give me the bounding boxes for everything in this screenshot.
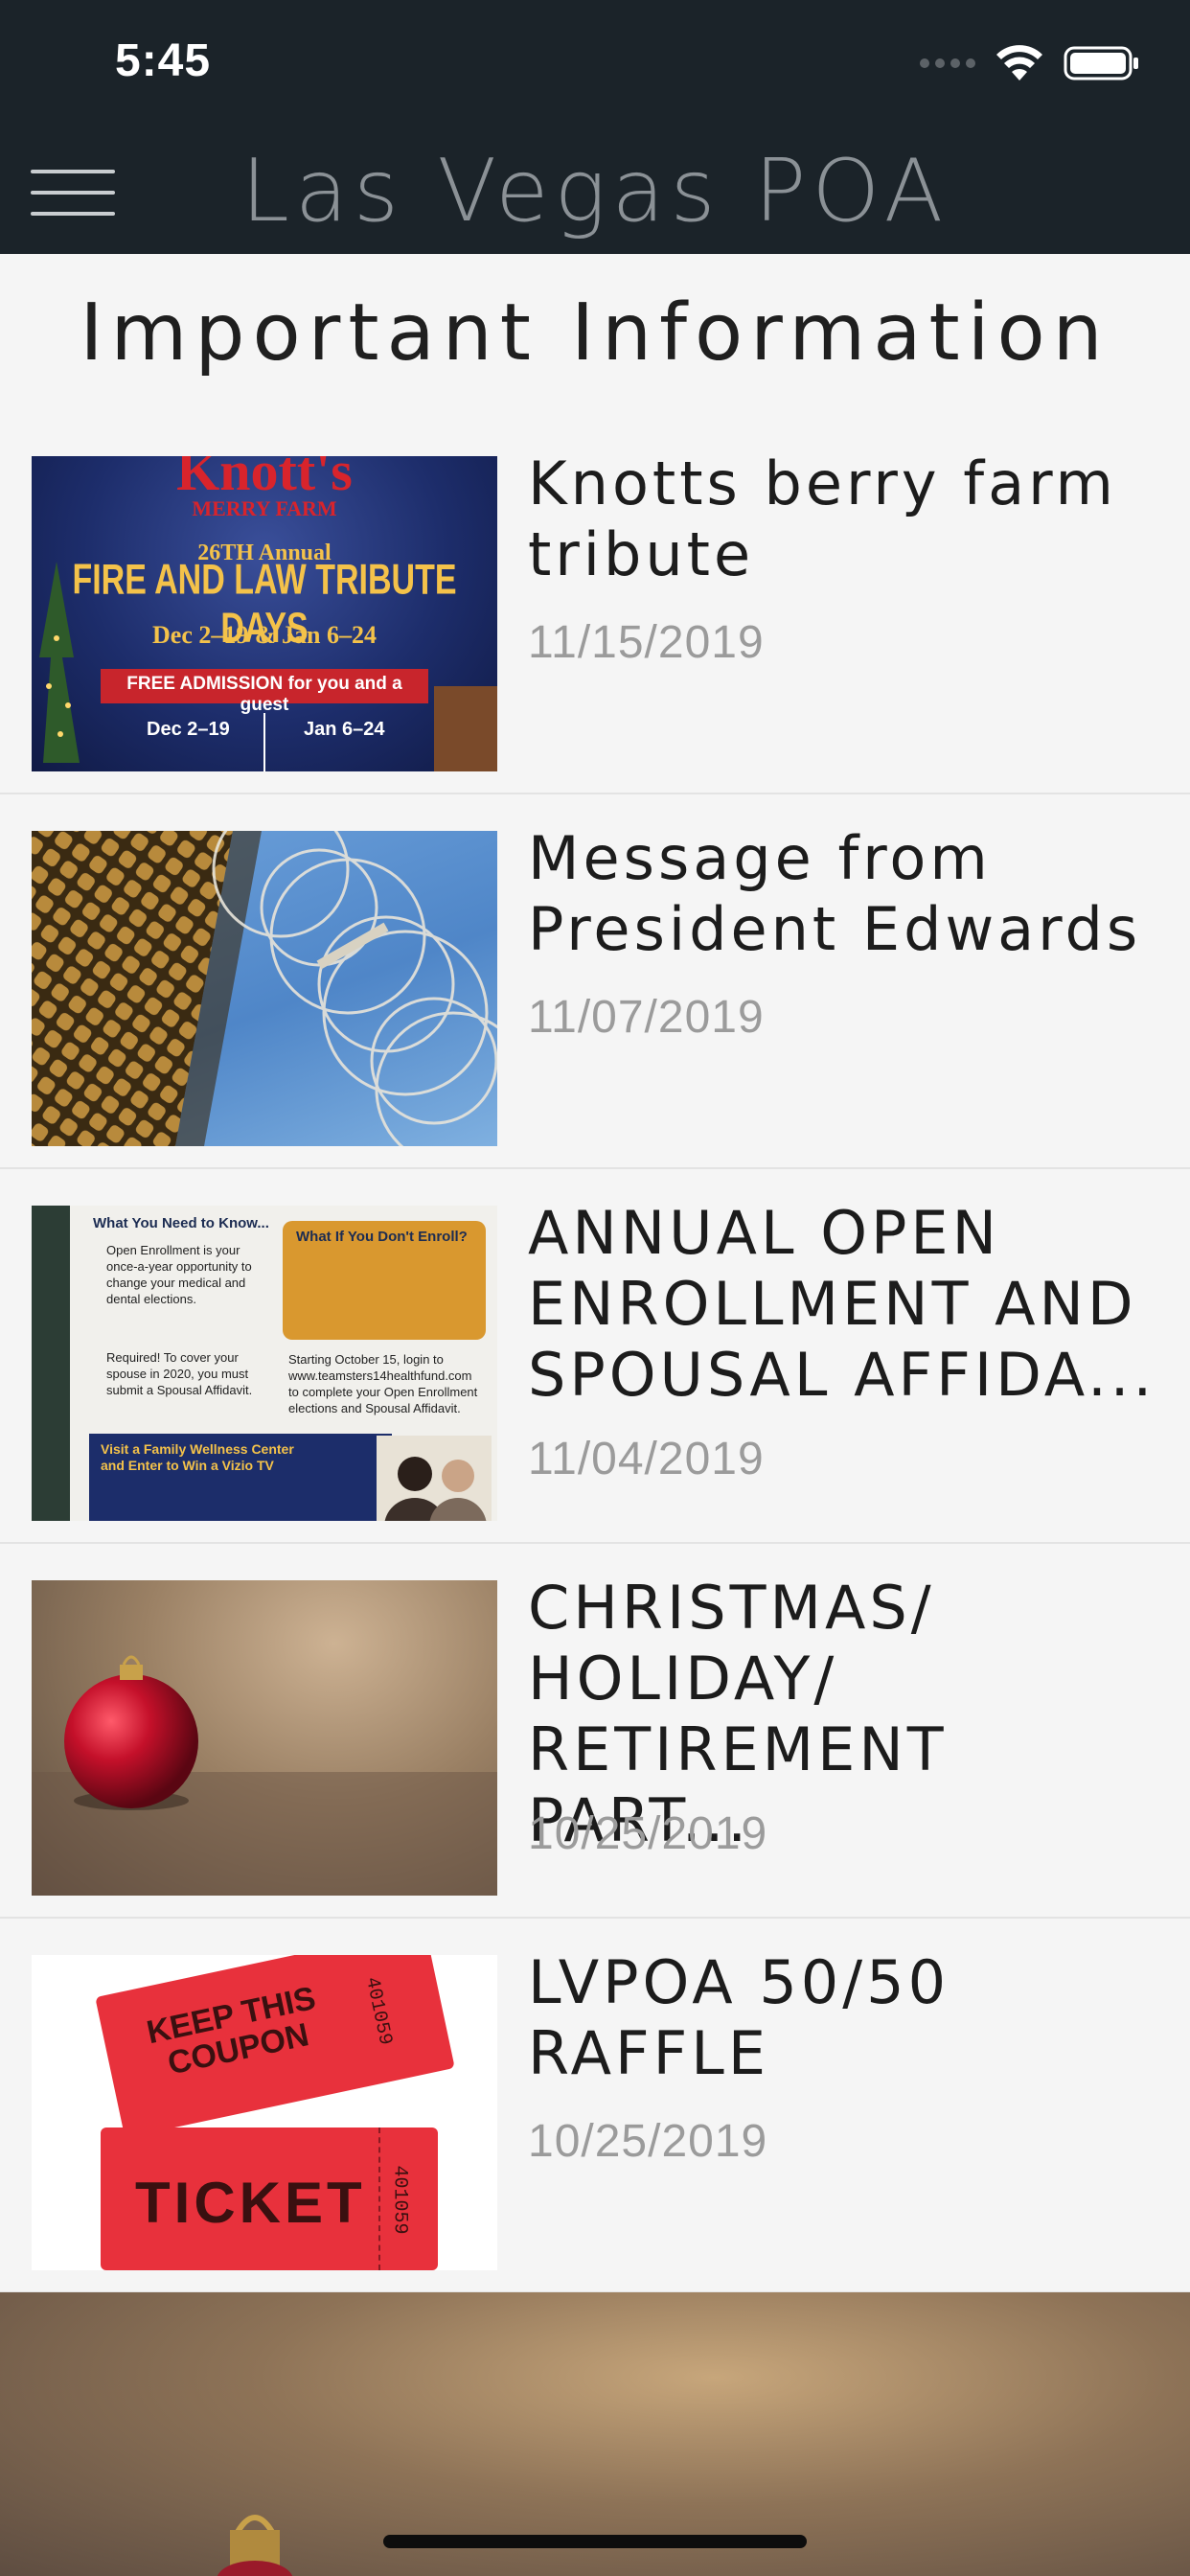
item-date: 10/25/2019 [528, 1808, 768, 1859]
list-item[interactable]: What You Need to Know... Open Enrollment… [0, 1169, 1190, 1544]
flyer-heading: What You Need to Know... [93, 1215, 269, 1231]
flyer-col2: Jan 6–24 [304, 719, 385, 740]
ticket-text-1: KEEP THIS COUPON [143, 1979, 319, 2082]
flyer-banner: Visit a Family Wellness Center and Enter… [101, 1441, 294, 1473]
enrollment-flyer-thumbnail: What You Need to Know... Open Enrollment… [32, 1206, 497, 1521]
item-date: 10/25/2019 [528, 2116, 768, 2167]
flyer-bullet-2: Required! To cover your spouse in 2020, … [106, 1350, 253, 1397]
ticket-text-2: TICKET [135, 2171, 366, 2235]
flyer-callout: What If You Don't Enroll? [283, 1221, 486, 1340]
home-indicator[interactable] [383, 2535, 807, 2548]
ticket-serial-1: 401059 [359, 1975, 397, 2048]
christmas-ornament-thumbnail [32, 1580, 497, 1896]
item-title: LVPOA 50/50 RAFFLE [528, 1947, 950, 2088]
item-title: ANNUAL OPEN ENROLLMENT AND SPOUSAL AFFID… [528, 1198, 1156, 1410]
item-date: 11/07/2019 [528, 992, 765, 1043]
status-bar: 5:45 [0, 0, 1190, 129]
list-item[interactable]: Knott's MERRY FARM 26TH Annual FIRE AND … [0, 420, 1190, 794]
item-title: Knotts berry farm tribute [528, 448, 1117, 589]
ticket-serial-2: 401059 [388, 2165, 411, 2235]
battery-icon [1064, 46, 1138, 80]
knotts-flyer-thumbnail: Knott's MERRY FARM 26TH Annual FIRE AND … [32, 456, 497, 771]
nav-title: Las Vegas POA [240, 141, 950, 242]
page-title: Important Information [80, 288, 1110, 379]
list-item[interactable]: CHRISTMAS/ HOLIDAY/ RETIREMENT PART... 1… [0, 1544, 1190, 1919]
wifi-icon [996, 45, 1042, 80]
cellular-signal-icon [920, 58, 975, 68]
list-item[interactable]: Message from President Edwards 11/07/201… [0, 794, 1190, 1169]
flyer-brand-sub: MERRY FARM [192, 496, 337, 520]
flyer-col1: Dec 2–19 [147, 719, 230, 740]
item-date: 11/15/2019 [528, 617, 765, 668]
item-title: Message from President Edwards [528, 823, 1142, 964]
list-item[interactable]: KEEP THIS COUPON 401059 TICKET 401059 LV… [0, 1919, 1190, 2293]
flyer-admission: FREE ADMISSION for you and a guest [126, 674, 402, 715]
razor-wire-fence-thumbnail [32, 831, 497, 1146]
info-list: Knott's MERRY FARM 26TH Annual FIRE AND … [0, 420, 1190, 2293]
raffle-ticket-thumbnail: KEEP THIS COUPON 401059 TICKET 401059 [32, 1955, 497, 2270]
status-time: 5:45 [115, 35, 212, 86]
flyer-callout-title: What If You Don't Enroll? [296, 1229, 468, 1245]
flyer-bullet-1: Open Enrollment is your once-a-year oppo… [106, 1243, 252, 1306]
next-item-image [0, 2292, 1190, 2576]
flyer-dates: Dec 2–19 & Jan 6–24 [152, 621, 377, 649]
item-date: 11/04/2019 [528, 1434, 765, 1484]
nav-bar: Las Vegas POA [0, 129, 1190, 254]
status-icons [920, 42, 1140, 84]
